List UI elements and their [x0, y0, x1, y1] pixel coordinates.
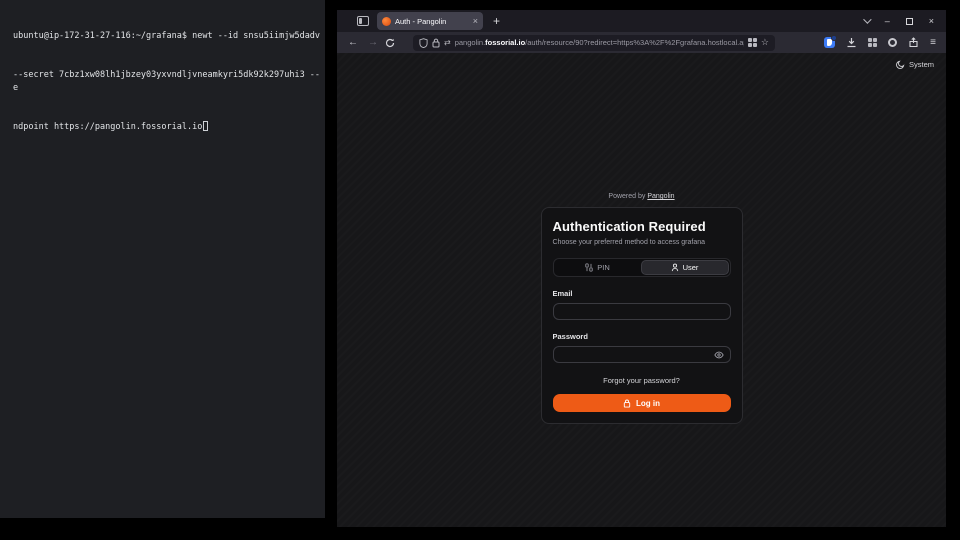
card-subtitle: Choose your preferred method to access g…: [553, 239, 731, 246]
menu-hamburger-icon[interactable]: ≡: [930, 38, 936, 48]
password-input[interactable]: [553, 346, 731, 363]
url-text: pangolin.fossorial.io/auth/resource/90?r…: [455, 38, 744, 47]
tab-pin-label: PIN: [597, 263, 610, 272]
password-label: Password: [553, 332, 731, 341]
url-bar[interactable]: ⇄ pangolin.fossorial.io/auth/resource/90…: [413, 35, 775, 51]
email-input[interactable]: [553, 303, 731, 320]
card-title: Authentication Required: [553, 219, 731, 234]
tab-close-icon[interactable]: ×: [473, 17, 478, 26]
pangolin-favicon: [382, 17, 391, 26]
theme-toggle[interactable]: System: [896, 60, 934, 69]
terminal-line: ubuntu@ip-172-31-27-116:~/grafana$ newt …: [13, 30, 325, 43]
back-button[interactable]: ←: [345, 38, 361, 48]
tab-title: Auth - Pangolin: [395, 17, 469, 26]
permissions-icon[interactable]: ⇄: [444, 38, 451, 47]
pangolin-link[interactable]: Pangolin: [647, 193, 674, 200]
moon-icon: [896, 60, 905, 69]
minimize-button[interactable]: –: [885, 17, 890, 26]
auth-card: Authentication Required Choose your pref…: [541, 207, 743, 424]
login-button[interactable]: Log in: [553, 394, 731, 412]
close-window-button[interactable]: ×: [929, 17, 934, 26]
https-lock-icon[interactable]: [432, 38, 440, 48]
tab-user-label: User: [683, 263, 699, 272]
terminal-line: --secret 7cbz1xw08lh1jbzey03yxvndljvneam…: [13, 69, 325, 95]
terminal-cursor: [203, 121, 208, 131]
terminal-line: ndpoint https://pangolin.fossorial.io: [13, 121, 325, 134]
maximize-button[interactable]: [906, 18, 913, 25]
login-button-label: Log in: [636, 399, 660, 408]
auth-method-tabs: PIN User: [553, 258, 731, 277]
login-lock-icon: [623, 399, 631, 408]
share-icon[interactable]: [908, 37, 919, 48]
list-all-tabs-icon[interactable]: [863, 15, 871, 23]
extension-icon[interactable]: [824, 37, 835, 48]
pin-keypad-icon: [585, 263, 593, 272]
show-password-eye-icon[interactable]: [714, 351, 724, 359]
bookmark-star-icon[interactable]: ☆: [761, 38, 769, 47]
tab-auth-pangolin[interactable]: Auth - Pangolin ×: [377, 12, 483, 30]
firefox-view-icon[interactable]: [357, 16, 369, 26]
email-label: Email: [553, 289, 731, 298]
user-icon: [671, 263, 679, 272]
terminal-window[interactable]: ubuntu@ip-172-31-27-116:~/grafana$ newt …: [0, 0, 325, 518]
browser-window: Auth - Pangolin × + – × ← → ⇄ pangolin.f…: [337, 10, 946, 527]
tab-pin[interactable]: PIN: [555, 260, 641, 275]
powered-by: Powered by Pangolin: [608, 193, 674, 200]
container-grid-icon[interactable]: [748, 38, 757, 47]
browser-toolbar: ← → ⇄ pangolin.fossorial.io/auth/resourc…: [337, 32, 946, 53]
theme-toggle-label: System: [909, 60, 934, 69]
auth-page: System Powered by Pangolin Authenticatio…: [337, 53, 946, 527]
tab-user[interactable]: User: [641, 260, 729, 275]
downloads-icon[interactable]: [846, 37, 857, 48]
forgot-password-link[interactable]: Forgot your password?: [553, 376, 731, 385]
browser-tab-bar: Auth - Pangolin × + – ×: [337, 10, 946, 32]
tracking-shield-icon[interactable]: [419, 38, 428, 48]
new-tab-button[interactable]: +: [493, 14, 500, 28]
extensions-grid-icon[interactable]: [868, 38, 877, 47]
forward-button[interactable]: →: [365, 38, 381, 48]
record-extension-icon[interactable]: [888, 38, 897, 47]
reload-button[interactable]: [385, 38, 401, 48]
